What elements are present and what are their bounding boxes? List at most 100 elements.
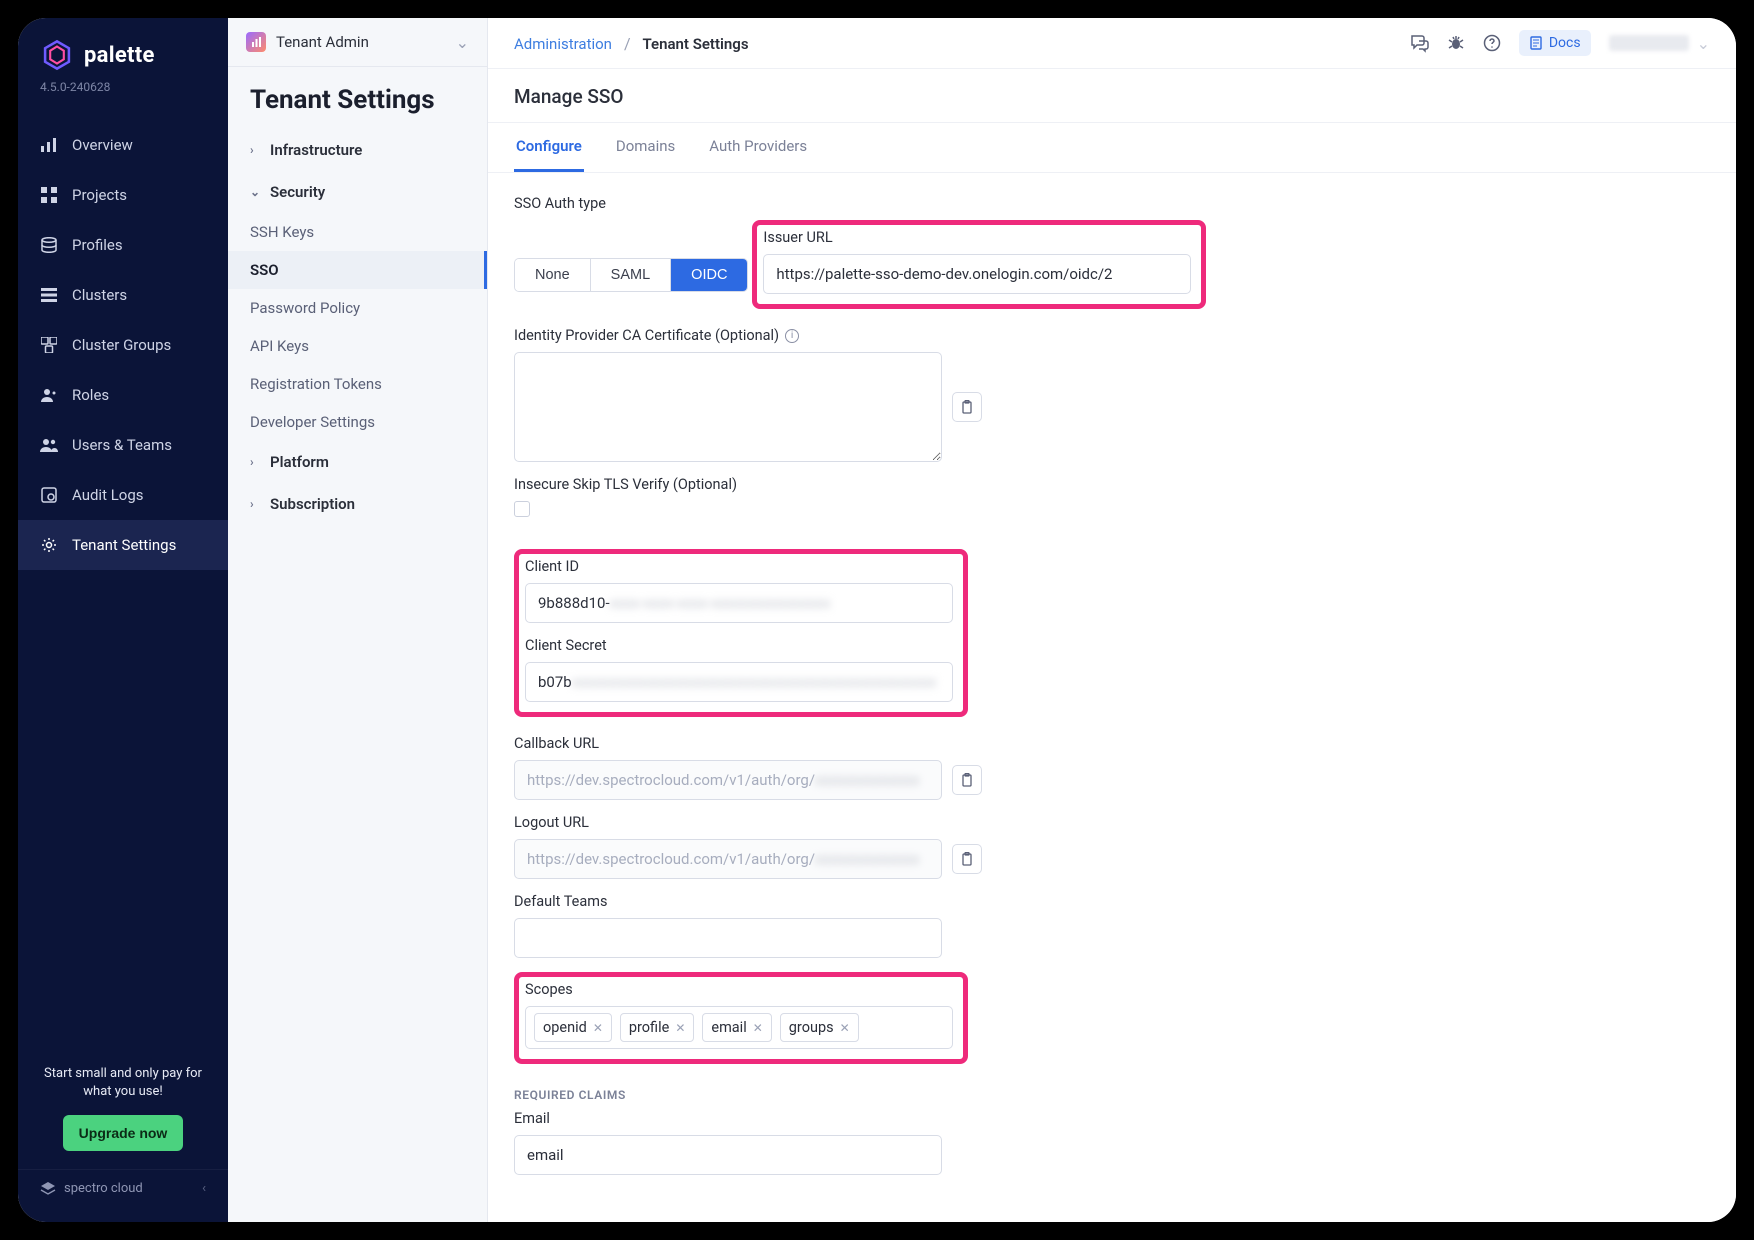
clipboard-icon: [960, 773, 974, 787]
email-claim-label: Email: [514, 1110, 1710, 1127]
tenant-scope-selector[interactable]: Tenant Admin ⌄: [228, 18, 487, 67]
nav-profiles[interactable]: Profiles: [18, 220, 228, 270]
main-content: Administration / Tenant Settings Docs ⌄ …: [488, 18, 1736, 1222]
section-security[interactable]: ⌄Security: [228, 171, 487, 213]
security-api-keys[interactable]: API Keys: [228, 327, 487, 365]
section-subscription[interactable]: ›Subscription: [228, 483, 487, 525]
gear-icon: [40, 536, 58, 554]
remove-tag-icon[interactable]: ✕: [593, 1021, 603, 1035]
remove-tag-icon[interactable]: ✕: [753, 1021, 763, 1035]
tab-domains[interactable]: Domains: [614, 123, 677, 172]
nav-label: Roles: [72, 386, 109, 404]
topbar: Administration / Tenant Settings Docs ⌄: [488, 18, 1736, 69]
chat-icon[interactable]: [1409, 33, 1429, 53]
bug-icon[interactable]: [1447, 34, 1465, 52]
nav-label: Audit Logs: [72, 486, 144, 504]
auth-type-oidc[interactable]: OIDC: [671, 259, 747, 291]
auth-type-segment: None SAML OIDC: [514, 258, 748, 292]
logout-url-input[interactable]: https://dev.spectrocloud.com/v1/auth/org…: [514, 839, 942, 879]
security-developer-settings[interactable]: Developer Settings: [228, 403, 487, 441]
callback-url-input[interactable]: https://dev.spectrocloud.com/v1/auth/org…: [514, 760, 942, 800]
nav-overview[interactable]: Overview: [18, 120, 228, 170]
remove-tag-icon[interactable]: ✕: [675, 1021, 685, 1035]
copy-callback-button[interactable]: [952, 765, 982, 795]
nav-label: Clusters: [72, 286, 127, 304]
user-name: [1609, 35, 1689, 51]
tab-configure[interactable]: Configure: [514, 123, 584, 172]
nav-tenant-settings[interactable]: Tenant Settings: [18, 520, 228, 570]
footer-brand[interactable]: spectro cloud ‹: [18, 1169, 228, 1206]
highlight-client: Client ID 9b888d10-xxxx-xxxx-xxxx-xxxxxx…: [514, 549, 968, 717]
security-password-policy[interactable]: Password Policy: [228, 289, 487, 327]
chevron-right-icon: ›: [250, 143, 260, 157]
user-menu[interactable]: ⌄: [1609, 34, 1710, 53]
brand-logo: palette: [18, 34, 228, 78]
nav-users-teams[interactable]: Users & Teams: [18, 420, 228, 470]
docs-link[interactable]: Docs: [1519, 30, 1591, 56]
remove-tag-icon[interactable]: ✕: [840, 1021, 850, 1035]
nav-cluster-groups[interactable]: Cluster Groups: [18, 320, 228, 370]
app-version: 4.5.0-240628: [18, 78, 228, 110]
chevron-right-icon: ›: [250, 455, 260, 469]
database-icon: [40, 236, 58, 254]
section-infrastructure[interactable]: ›Infrastructure: [228, 129, 487, 171]
upgrade-button[interactable]: Upgrade now: [63, 1115, 184, 1151]
auth-type-none[interactable]: None: [515, 259, 591, 291]
client-secret-input[interactable]: b07bxxxxxxxxxxxxxxxxxxxxxxxxxxxxxxxxxxxx…: [525, 662, 953, 702]
nav-roles[interactable]: Roles: [18, 370, 228, 420]
scopes-label: Scopes: [525, 981, 953, 998]
scope-tag: email✕: [702, 1013, 771, 1042]
nav-label: Profiles: [72, 236, 123, 254]
breadcrumb-root[interactable]: Administration: [514, 35, 612, 53]
tab-auth-providers[interactable]: Auth Providers: [707, 123, 809, 172]
highlight-issuer: Issuer URL: [752, 220, 1206, 309]
nav-label: Users & Teams: [72, 436, 172, 454]
help-icon[interactable]: [1483, 34, 1501, 52]
page-title: Manage SSO: [488, 69, 1736, 123]
ca-cert-input[interactable]: [514, 352, 942, 462]
person-icon: [40, 386, 58, 404]
primary-nav: Overview Projects Profiles Clusters Clus…: [18, 120, 228, 570]
footer-brand-label: spectro cloud: [64, 1181, 143, 1196]
auth-type-saml[interactable]: SAML: [591, 259, 672, 291]
tls-skip-checkbox[interactable]: [514, 501, 530, 517]
breadcrumb-current: Tenant Settings: [643, 35, 749, 53]
email-claim-input[interactable]: [514, 1135, 942, 1175]
nav-label: Tenant Settings: [72, 536, 176, 554]
chevron-down-icon: ⌄: [250, 185, 260, 199]
required-claims-heading: REQUIRED CLAIMS: [514, 1088, 1710, 1102]
list-icon: [40, 286, 58, 304]
scope-tag: openid✕: [534, 1013, 612, 1042]
default-teams-label: Default Teams: [514, 893, 1710, 910]
clipboard-icon: [960, 400, 974, 414]
scopes-input[interactable]: openid✕ profile✕ email✕ groups✕: [525, 1006, 953, 1049]
ca-label: Identity Provider CA Certificate (Option…: [514, 327, 1710, 344]
primary-sidebar: palette 4.5.0-240628 Overview Projects P…: [18, 18, 228, 1222]
security-sso[interactable]: SSO: [228, 251, 487, 289]
nav-clusters[interactable]: Clusters: [18, 270, 228, 320]
doc-icon: [1529, 36, 1543, 50]
security-registration-tokens[interactable]: Registration Tokens: [228, 365, 487, 403]
info-icon[interactable]: i: [785, 329, 799, 343]
tenant-scope-label: Tenant Admin: [276, 33, 369, 51]
highlight-scopes: Scopes openid✕ profile✕ email✕ groups✕: [514, 972, 968, 1064]
issuer-url-input[interactable]: [763, 254, 1191, 294]
nav-label: Cluster Groups: [72, 336, 171, 354]
copy-ca-button[interactable]: [952, 392, 982, 422]
clipboard-icon: [960, 852, 974, 866]
people-icon: [40, 436, 58, 454]
chevron-down-icon: ⌄: [1697, 34, 1710, 53]
nav-projects[interactable]: Projects: [18, 170, 228, 220]
section-platform[interactable]: ›Platform: [228, 441, 487, 483]
spectro-icon: [40, 1180, 56, 1196]
copy-logout-button[interactable]: [952, 844, 982, 874]
logout-label: Logout URL: [514, 814, 1710, 831]
scope-tag: profile✕: [620, 1013, 695, 1042]
client-id-input[interactable]: 9b888d10-xxxx-xxxx-xxxx-xxxxxxxxxxxxxxxx: [525, 583, 953, 623]
client-secret-label: Client Secret: [525, 637, 953, 654]
tls-label: Insecure Skip TLS Verify (Optional): [514, 476, 1710, 493]
default-teams-input[interactable]: [514, 918, 942, 958]
nav-audit-logs[interactable]: Audit Logs: [18, 470, 228, 520]
security-ssh-keys[interactable]: SSH Keys: [228, 213, 487, 251]
grid-icon: [40, 186, 58, 204]
